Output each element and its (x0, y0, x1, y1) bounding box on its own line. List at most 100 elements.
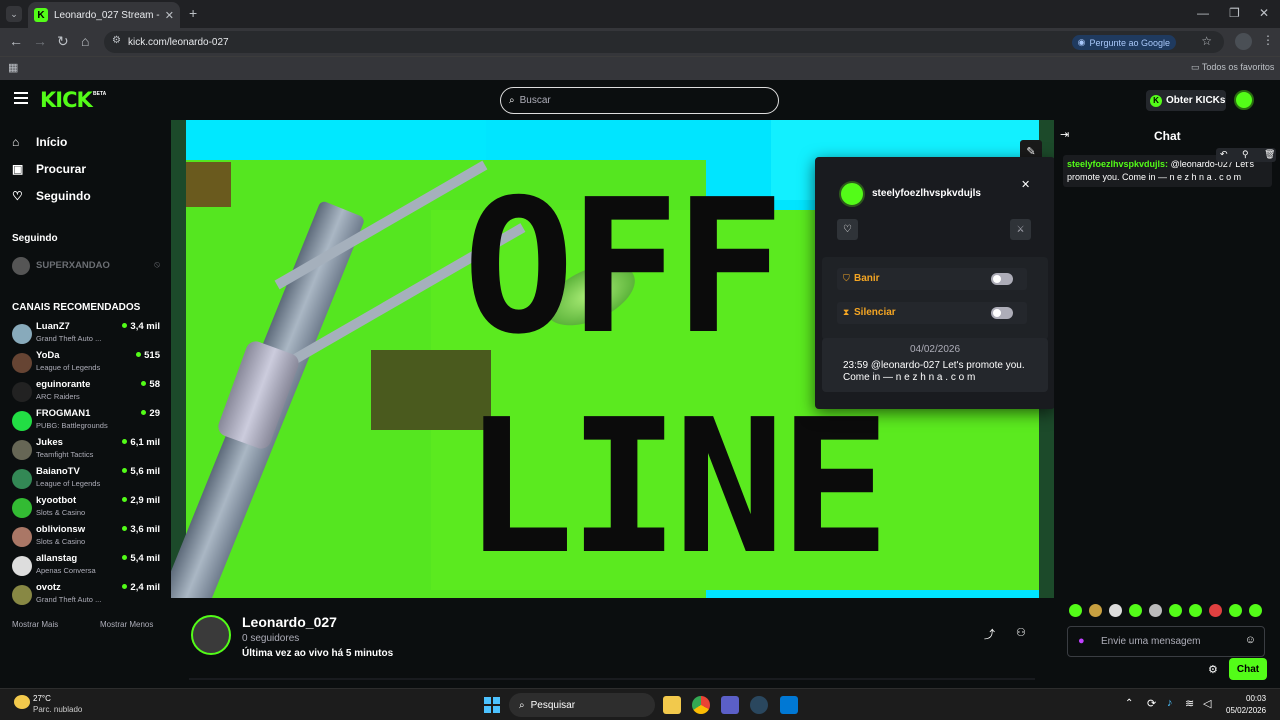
new-tab-button[interactable]: + (189, 5, 197, 21)
mod-badge-icon[interactable]: ⚔ (1010, 219, 1031, 240)
network-icon[interactable]: ⟳ (1147, 697, 1156, 710)
chat-settings-icon[interactable]: ⚙ (1208, 663, 1218, 676)
delete-icon[interactable]: 🗑 (1264, 149, 1275, 160)
chat-username[interactable]: steelyfoezlhvspkvdujls: (1067, 159, 1168, 169)
teams-icon[interactable] (721, 696, 739, 714)
user-avatar[interactable] (1234, 90, 1254, 110)
chat-message-input[interactable]: ● Envie uma mensagem ☺ (1067, 626, 1265, 657)
back-icon[interactable]: ← (9, 33, 23, 49)
sidebar-item-following[interactable]: ♡ Seguindo (12, 189, 91, 203)
viewer-count: 6,1 mil (122, 437, 160, 448)
search-input[interactable]: ⌕ Buscar (500, 87, 779, 114)
emote-icon[interactable] (1169, 604, 1182, 617)
channel-item[interactable]: FROGMAN1 PUBG: Battlegrounds 29 (12, 407, 160, 435)
sidebar-item-label: Seguindo (36, 189, 91, 203)
avatar (12, 353, 32, 373)
kick-logo[interactable]: KICK (40, 88, 93, 112)
file-explorer-icon[interactable] (663, 696, 681, 714)
popup-username[interactable]: steelyfoezlhvspkvdujls (872, 188, 981, 199)
browser-tab-active[interactable]: K Leonardo_027 Stream - Watch L ✕ (28, 2, 180, 28)
channel-item[interactable]: BaianoTV League of Legends 5,6 mil (12, 465, 160, 493)
clock-date[interactable]: 05/02/2026 (1226, 706, 1266, 715)
avatar (12, 382, 32, 402)
chat-text-line2: promote you. Come in — n e z h n a . c o… (1067, 172, 1242, 182)
url-field[interactable]: ⚙ kick.com/leonardo-027 ◉ Pergunte ao Goo… (104, 31, 1224, 53)
channel-item[interactable]: ovotz Grand Theft Auto ... 2,4 mil (12, 581, 160, 609)
viewer-count: 2,4 mil (122, 582, 160, 593)
emote-icon[interactable] (1109, 604, 1122, 617)
emote-icon[interactable] (1149, 604, 1162, 617)
emote-icon[interactable] (1249, 604, 1262, 617)
channel-item[interactable]: allanstag Apenas Conversa 5,4 mil (12, 552, 160, 580)
channel-item[interactable]: LuanZ7 Grand Theft Auto ... 3,4 mil (12, 320, 160, 348)
emote-icon[interactable] (1129, 604, 1142, 617)
bookmark-star-icon[interactable]: ☆ (1201, 34, 1212, 48)
following-avatar (12, 257, 30, 275)
tray-chevron-icon[interactable]: ⌃ (1125, 698, 1133, 709)
emote-icon[interactable] (1189, 604, 1202, 617)
viewer-count: 5,6 mil (122, 466, 160, 477)
sidebar-item-home[interactable]: ⌂ Início (12, 135, 67, 149)
info-divider (189, 678, 1035, 680)
profile-avatar[interactable] (1235, 33, 1252, 50)
emote-icon[interactable] (1229, 604, 1242, 617)
minimize-icon[interactable]: — (1197, 6, 1209, 20)
channel-name: Jukes (36, 437, 63, 448)
channel-item[interactable]: YoDa League of Legends 515 (12, 349, 160, 377)
add-friend-icon[interactable]: ⚇ (1016, 626, 1026, 639)
reload-icon[interactable]: ↻ (57, 33, 69, 50)
volume-icon[interactable]: ◁ (1203, 697, 1211, 710)
show-less-button[interactable]: Mostrar Menos (100, 620, 153, 629)
ban-row[interactable]: ⛉ Banir (837, 268, 1027, 290)
streamer-avatar[interactable] (191, 615, 231, 655)
microphone-icon[interactable]: ● (1078, 635, 1085, 647)
taskbar-search[interactable]: ⌕ Pesquisar (509, 693, 655, 717)
share-icon[interactable]: ⤴ (984, 626, 995, 642)
close-tab-icon[interactable]: ✕ (165, 9, 174, 22)
home-icon: ⌂ (12, 135, 20, 149)
store-icon[interactable] (780, 696, 798, 714)
chrome-icon[interactable] (692, 696, 710, 714)
reply-icon[interactable]: ↶ (1220, 149, 1228, 160)
all-favorites-folder[interactable]: ▭ Todos os favoritos (1191, 62, 1274, 73)
emote-icon[interactable] (1209, 604, 1222, 617)
home-browser-icon[interactable]: ⌂ (81, 33, 89, 49)
forward-icon[interactable]: → (33, 33, 47, 49)
browser-menu-icon[interactable]: ⋮ (1262, 33, 1274, 47)
following-channel[interactable]: SUPERXANDAO ⦸ (12, 257, 160, 275)
channel-item[interactable]: kyootbot Slots & Casino 2,9 mil (12, 494, 160, 522)
channel-item[interactable]: oblivionsw Slots & Casino 3,6 mil (12, 523, 160, 551)
sidebar: ⌂ Início ▣ Procurar ♡ Seguindo Seguindo SUP… (0, 120, 171, 680)
channel-item[interactable]: eguinorante ARC Raiders 58 (12, 378, 160, 406)
site-info-icon[interactable]: ⚙ (112, 35, 121, 46)
collapse-chat-icon[interactable]: ⇥ (1060, 128, 1069, 141)
channel-game: Apenas Conversa (36, 566, 96, 575)
ask-google-button[interactable]: ◉ Pergunte ao Google (1071, 35, 1176, 50)
send-chat-button[interactable]: Chat (1229, 658, 1267, 680)
mute-row[interactable]: ⧗ Silenciar (837, 302, 1027, 324)
restore-icon[interactable]: ❐ (1229, 6, 1240, 20)
sidebar-item-browse[interactable]: ▣ Procurar (12, 162, 86, 176)
steam-icon[interactable] (750, 696, 768, 714)
start-button-icon[interactable] (484, 697, 500, 713)
follow-heart-button[interactable]: ♡ (837, 219, 858, 240)
close-popup-icon[interactable]: ✕ (1021, 178, 1030, 191)
show-more-button[interactable]: Mostrar Mais (12, 620, 58, 629)
mute-toggle[interactable] (991, 307, 1013, 319)
emote-icon[interactable] (1089, 604, 1102, 617)
pin-icon[interactable]: ⚲ (1242, 149, 1249, 160)
tab-list-icon[interactable]: ⌄ (6, 6, 22, 22)
clock-time[interactable]: 00:03 (1246, 694, 1266, 703)
streamer-name[interactable]: Leonardo_027 (242, 614, 337, 630)
ban-toggle[interactable] (991, 273, 1013, 285)
popup-actions: ⛉ Banir ⧗ Silenciar (822, 257, 1048, 340)
channel-item[interactable]: Jukes Teamfight Tactics 6,1 mil (12, 436, 160, 464)
emote-icon[interactable] (1069, 604, 1082, 617)
wifi-icon[interactable]: ≋ (1185, 697, 1194, 710)
emoji-picker-icon[interactable]: ☺ (1245, 634, 1256, 646)
apps-grid-icon[interactable]: ▦ (8, 61, 18, 74)
obtain-kicks-button[interactable]: K Obter KICKs (1146, 90, 1226, 111)
mic-tray-icon[interactable]: ♪ (1167, 697, 1173, 709)
menu-hamburger-icon[interactable] (14, 92, 28, 104)
close-window-icon[interactable]: ✕ (1259, 6, 1269, 20)
